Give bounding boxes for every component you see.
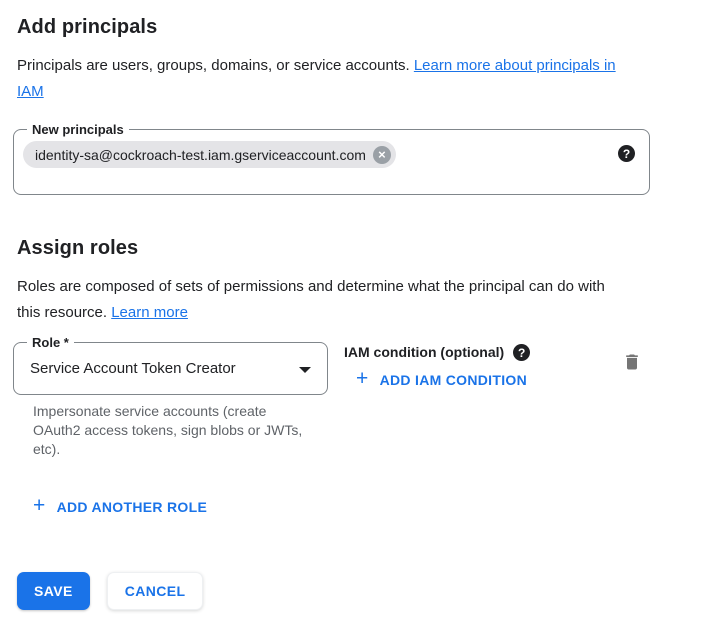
principals-description: Principals are users, groups, domains, o… — [17, 53, 642, 105]
roles-description-text: Roles are composed of sets of permission… — [17, 278, 605, 321]
add-iam-condition-label: ADD IAM CONDITION — [380, 370, 527, 390]
principal-chip: identity-sa@cockroach-test.iam.gservicea… — [23, 141, 396, 168]
role-helper-text: Impersonate service accounts (create OAu… — [17, 402, 307, 459]
delete-role-button[interactable] — [622, 352, 642, 372]
delete-role-column — [622, 342, 642, 377]
add-another-role-button[interactable]: + ADD ANOTHER ROLE — [33, 497, 207, 517]
principal-chip-text: identity-sa@cockroach-test.iam.gservicea… — [35, 147, 366, 163]
role-row: Role * Service Account Token Creator Imp… — [17, 342, 713, 459]
plus-icon: + — [33, 497, 46, 515]
trash-icon — [622, 352, 642, 372]
learn-more-roles-link[interactable]: Learn more — [111, 304, 188, 321]
plus-icon: + — [356, 370, 369, 388]
assign-roles-title: Assign roles — [17, 237, 713, 260]
iam-condition-column: IAM condition (optional) ? + ADD IAM CON… — [344, 342, 530, 391]
role-select[interactable]: Role * Service Account Token Creator — [13, 342, 328, 395]
footer-actions: SAVE CANCEL — [17, 572, 713, 610]
role-label: Role * — [27, 334, 74, 351]
iam-condition-header: IAM condition (optional) ? — [344, 344, 530, 361]
role-selected-value: Service Account Token Creator — [30, 360, 236, 377]
iam-condition-label: IAM condition (optional) — [344, 344, 504, 361]
dropdown-arrow-icon — [299, 367, 311, 373]
add-another-role-label: ADD ANOTHER ROLE — [57, 497, 208, 517]
roles-description: Roles are composed of sets of permission… — [17, 274, 617, 326]
role-column: Role * Service Account Token Creator Imp… — [17, 342, 328, 459]
new-principals-field[interactable]: New principals identity-sa@cockroach-tes… — [13, 129, 650, 195]
help-icon[interactable]: ? — [513, 344, 530, 361]
page-title: Add principals — [17, 16, 713, 39]
cancel-button[interactable]: CANCEL — [107, 572, 204, 610]
help-icon[interactable]: ? — [618, 145, 635, 162]
new-principals-label: New principals — [27, 121, 129, 138]
close-icon[interactable]: × — [373, 146, 391, 164]
add-principals-panel: Add principals Principals are users, gro… — [0, 0, 713, 610]
add-iam-condition-button[interactable]: + ADD IAM CONDITION — [356, 370, 527, 390]
principals-description-text: Principals are users, groups, domains, o… — [17, 57, 414, 74]
save-button[interactable]: SAVE — [17, 572, 90, 610]
